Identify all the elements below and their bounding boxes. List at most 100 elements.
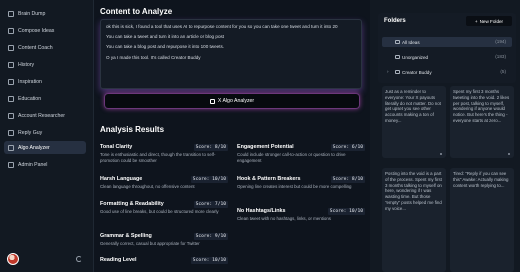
sidebar-item-label: Admin Panel <box>18 161 48 168</box>
analyze-button[interactable]: X Algo Analyzer <box>105 94 359 108</box>
folder-item-all-ideas[interactable]: All Ideas (194) <box>382 37 512 47</box>
page-title: Content to Analyze <box>100 7 173 16</box>
chevron-right-icon[interactable]: › <box>387 69 389 74</box>
folder-icon <box>395 70 400 74</box>
new-folder-button[interactable]: + New Folder <box>466 16 512 26</box>
sidebar-item-history[interactable]: History <box>4 58 86 71</box>
sidebar-item-account-researcher[interactable]: Account Researcher <box>4 109 86 122</box>
metric-name: Formatting & Readability <box>100 201 164 207</box>
metric-score: Score: 10/10 <box>190 175 228 183</box>
folder-item-creator-buddy[interactable]: › Creator Buddy (5) <box>382 67 512 77</box>
sidebar-item-label: Education <box>18 95 42 102</box>
metric-name: No Hashtags/Links <box>237 208 286 214</box>
history-icon <box>8 61 14 68</box>
metric-score: Score: 8/10 <box>330 175 365 183</box>
new-folder-label: New Folder <box>479 18 504 24</box>
content-paragraph: You can take a blog post and repurpose i… <box>106 44 225 50</box>
note-card[interactable]: Posting into the void is a part of the p… <box>382 168 446 272</box>
note-menu-icon[interactable] <box>440 153 442 155</box>
folders-title: Folders <box>384 18 406 24</box>
metric-card: Harsh Language Score: 10/10 Clean languag… <box>100 175 228 190</box>
reply-icon <box>8 129 14 136</box>
metric-score: Score: 6/10 <box>330 143 365 151</box>
metric-card: Formatting & Readability Score: 7/10 Good… <box>100 200 228 215</box>
sidebar-item-label: Content Coach <box>18 44 53 51</box>
coach-icon <box>8 44 14 51</box>
analyze-icon <box>209 98 215 104</box>
note-card[interactable]: Just as a reminder to everyone: Your X p… <box>382 86 446 158</box>
metric-description: Clean tweet with no hashtags, links, or … <box>237 216 331 221</box>
sidebar-item-label: Account Researcher <box>18 112 65 119</box>
note-text: Posting into the void is a part of the p… <box>385 171 442 211</box>
folder-label: All Ideas <box>402 39 420 45</box>
compose-icon <box>8 27 14 34</box>
metric-card: Hook & Pattern Breakers Score: 8/10 Openi… <box>237 175 365 190</box>
metric-score: Score: 10/10 <box>190 256 228 264</box>
sidebar-item-compose-ideas[interactable]: Compose Ideas <box>4 24 86 37</box>
content-paragraph: ok this is sick, I found a tool that use… <box>106 24 338 29</box>
metric-name: Grammar & Spelling <box>100 233 152 239</box>
sidebar-item-label: Compose Ideas <box>18 27 55 34</box>
avatar[interactable] <box>7 253 19 265</box>
sidebar-item-content-coach[interactable]: Content Coach <box>4 41 86 54</box>
sidebar-item-algo-analyzer[interactable]: Algo Analyzer <box>4 141 86 154</box>
metric-score: Score: 7/10 <box>193 200 228 208</box>
note-text: Just as a reminder to everyone: Your X p… <box>385 89 441 123</box>
sidebar-item-label: Algo Analyzer <box>18 144 50 151</box>
folder-icon <box>395 40 400 44</box>
folder-item-unorganized[interactable]: Unorganized (183) <box>382 52 512 62</box>
research-icon <box>8 112 14 119</box>
content-textarea[interactable]: ok this is sick, I found a tool that use… <box>100 19 362 89</box>
results-title: Analysis Results <box>100 125 165 134</box>
sidebar-item-brain-dump[interactable]: Brain Dump <box>4 7 86 20</box>
note-text: Spent my first 3 months tweeting into th… <box>453 89 510 123</box>
note-text: Tired: "Reply if you can see this" Awake… <box>453 171 509 188</box>
chart-icon <box>8 144 14 151</box>
metric-name: Hook & Pattern Breakers <box>237 176 301 182</box>
note-card[interactable]: Spent my first 3 months tweeting into th… <box>450 86 514 158</box>
folder-count: (183) <box>495 54 506 59</box>
metric-score: Score: 10/10 <box>327 207 365 215</box>
folder-count: (5) <box>500 69 506 74</box>
education-icon <box>8 95 14 102</box>
analyze-button-label: X Algo Analyzer <box>217 98 255 104</box>
sidebar-item-education[interactable]: Education <box>4 92 86 105</box>
inspiration-icon <box>8 78 14 85</box>
bulb-icon <box>8 10 14 17</box>
metric-description: Tone is enthusiastic and direct, though … <box>100 152 216 163</box>
folders-panel: Folders + New Folder All Ideas (194) Unorg… <box>370 0 520 272</box>
folder-icon <box>395 55 400 59</box>
sidebar-item-admin-panel[interactable]: Admin Panel <box>4 158 86 171</box>
metric-name: Reading Level <box>100 257 137 263</box>
plus-icon: + <box>474 18 478 24</box>
sidebar-item-label: Brain Dump <box>18 10 46 17</box>
content-paragraph: You can take a tweet and turn it into an… <box>106 34 225 40</box>
metric-card: No Hashtags/Links Score: 10/10 Clean twee… <box>237 207 365 222</box>
metric-name: Harsh Language <box>100 176 143 182</box>
metric-card: Tonal Clarity Score: 8/10 Tone is enthusi… <box>100 143 228 163</box>
content-paragraph: O ya I made this tool. It's called Creat… <box>106 54 201 60</box>
sidebar-item-reply-guy[interactable]: Reply Guy <box>4 126 86 139</box>
metric-card: Grammar & Spelling Score: 9/10 Generally … <box>100 232 228 247</box>
sidebar-item-label: Inspiration <box>18 78 42 85</box>
folder-label: Creator Buddy <box>402 69 432 75</box>
metric-card: Engagement Potential Score: 6/10 Could in… <box>237 143 365 163</box>
metric-description: Generally correct, casual but appropriat… <box>100 241 200 246</box>
admin-icon <box>8 161 14 168</box>
theme-toggle-icon[interactable] <box>76 256 82 262</box>
metric-card: Reading Level Score: 10/10 <box>100 256 228 264</box>
note-menu-icon[interactable] <box>508 153 510 155</box>
main-panel: Content to Analyze ok this is sick, I fo… <box>94 0 370 272</box>
folder-count: (194) <box>495 39 506 44</box>
metric-description: Opening line creates interest but could … <box>237 184 352 189</box>
sidebar-item-inspiration[interactable]: Inspiration <box>4 75 86 88</box>
metric-name: Tonal Clarity <box>100 144 133 150</box>
sidebar-item-label: History <box>18 61 35 68</box>
metric-score: Score: 9/10 <box>193 232 228 240</box>
note-card[interactable]: Tired: "Reply if you can see this" Awake… <box>450 168 514 272</box>
sidebar: Brain Dump Compose Ideas Content Coach H… <box>0 0 94 272</box>
folders-box: Folders + New Folder All Ideas (194) Unorg… <box>378 13 516 83</box>
metric-name: Engagement Potential <box>237 144 294 150</box>
metric-description: Could include stronger call-to-action or… <box>237 152 346 163</box>
metric-description: Clean language throughout, no offensive … <box>100 184 195 189</box>
